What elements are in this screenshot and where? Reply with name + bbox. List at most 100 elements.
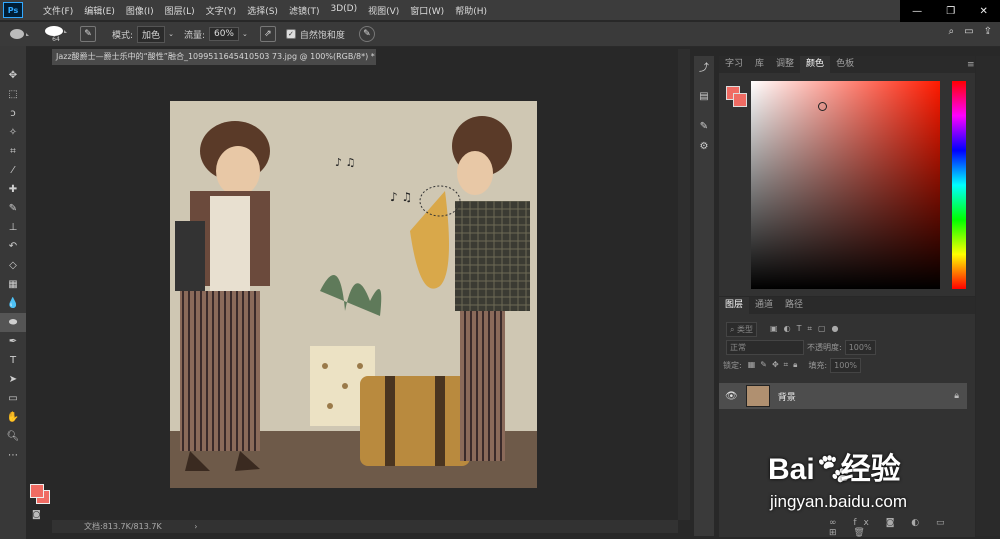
color-swatches[interactable] xyxy=(29,483,51,505)
clone-stamp-tool-icon[interactable]: ⊥ xyxy=(0,218,26,237)
layers-panel-tab[interactable]: 图层 xyxy=(719,297,750,314)
pen-tool-icon[interactable]: ✒ xyxy=(0,332,26,351)
opacity-input[interactable]: 100% xyxy=(844,339,876,355)
layer-name: 背景 xyxy=(777,392,796,403)
menu-item[interactable]: 编辑(E) xyxy=(84,4,115,17)
more-tools-icon[interactable]: ⋯ xyxy=(0,446,26,465)
path-select-tool-icon[interactable]: ➤ xyxy=(0,370,26,389)
healing-brush-tool-icon[interactable]: ✚ xyxy=(0,180,26,199)
layer-filter-select[interactable]: ⌕ 类型 xyxy=(726,321,758,337)
color-panel-tab[interactable]: 色板 xyxy=(830,56,860,73)
menu-item[interactable]: 文字(Y) xyxy=(206,4,237,17)
lasso-tool-icon[interactable]: ↄ xyxy=(0,104,26,123)
menu-item[interactable]: 文件(F) xyxy=(43,4,73,17)
quick-select-tool-icon[interactable]: ✧ xyxy=(0,123,26,142)
zoom-tool-icon[interactable]: 🔍︎ xyxy=(0,427,26,446)
menu-item[interactable]: 3D(D) xyxy=(330,4,357,17)
eraser-tool-icon[interactable]: ◇ xyxy=(0,256,26,275)
marquee-tool-icon[interactable]: ⬚ xyxy=(0,85,26,104)
menu-item[interactable]: 滤镜(T) xyxy=(289,4,320,17)
mode-group: 模式: 加色 ⌄ xyxy=(112,25,174,43)
color-panel-tab[interactable]: 字习 xyxy=(719,56,749,73)
watermark-url: jingyan.baidu.com xyxy=(770,492,908,511)
brush-settings-toggle[interactable]: ✎ xyxy=(80,26,96,42)
watermark-brand-text: Bai xyxy=(768,453,815,486)
layers-panel-tabs: 图层 通道 路径 xyxy=(719,297,975,314)
eyedropper-tool-icon[interactable]: ⁄ xyxy=(0,161,26,180)
brush-panel-icon: ✎ xyxy=(80,26,96,42)
filter-icons[interactable]: ▣◐T⌗▢● xyxy=(770,324,844,334)
quick-mask-icon[interactable]: ◙ xyxy=(32,510,41,520)
hand-tool-icon[interactable]: ✋ xyxy=(0,408,26,427)
flow-input[interactable]: 60% xyxy=(208,27,239,41)
menu-bar: Ps 文件(F) 编辑(E) 图像(I) 图层(L) 文字(Y) 选择(S) 滤镜(T) 3D… xyxy=(0,0,1000,20)
type-tool-icon[interactable]: T xyxy=(0,351,26,370)
flow-group: 流量: 60% ⌄ xyxy=(184,27,248,41)
tool-preset-picker[interactable] xyxy=(8,26,30,42)
vibrance-group: ✓ 自然饱和度 xyxy=(285,28,345,41)
gradient-tool-icon[interactable]: ▦ xyxy=(0,275,26,294)
brush-preset-picker[interactable]: 64 xyxy=(44,25,68,43)
layer-footer-icons[interactable]: ∞ fx ◙ ◐ ▭ ⊞ 🗑︎ xyxy=(829,518,975,538)
mode-select[interactable]: 加色 xyxy=(137,25,166,43)
watermark: Bai🐾︎经验 jingyan.baidu.com xyxy=(760,430,990,520)
panel-icon-strip: ⤴ ▤ ✎ ⚙ xyxy=(694,56,714,536)
blend-row: 正常 不透明度: 100% xyxy=(719,338,975,356)
foreground-color-swatch[interactable] xyxy=(30,484,44,498)
history-panel-icon[interactable]: ⤴ xyxy=(694,56,714,76)
svg-text:♪ ♫: ♪ ♫ xyxy=(390,190,412,204)
menu-item[interactable]: 帮助(H) xyxy=(455,4,487,17)
hue-slider[interactable] xyxy=(952,81,966,289)
mode-label: 模式: xyxy=(112,30,134,41)
workspace-icon[interactable]: ▭ xyxy=(964,26,973,37)
menu-item[interactable]: 图层(L) xyxy=(165,4,195,17)
menu-item[interactable]: 图像(I) xyxy=(126,4,154,17)
panel-background-swatch[interactable] xyxy=(733,93,747,107)
color-panel-tab[interactable]: 颜色 xyxy=(800,56,831,73)
lock-icons[interactable]: ▦✎✥⌗🔒︎ xyxy=(748,360,803,370)
airbrush-toggle[interactable]: ⇗ xyxy=(259,26,276,42)
properties-panel-icon[interactable]: ▤ xyxy=(694,86,714,106)
vibrance-checkbox[interactable]: ✓ xyxy=(285,29,296,39)
layer-filter-row: ⌕ 类型 ▣◐T⌗▢● xyxy=(719,320,975,338)
sponge-tool-icon[interactable]: ⬬ xyxy=(0,313,26,332)
menu-item[interactable]: 窗口(W) xyxy=(410,4,444,17)
menu-item[interactable]: 选择(S) xyxy=(247,4,278,17)
search-icon[interactable]: ⌕ xyxy=(949,26,955,37)
move-tool-icon[interactable]: ✥ xyxy=(0,66,26,85)
menu-item[interactable]: 视图(V) xyxy=(368,4,399,17)
share-icon[interactable]: ⇪ xyxy=(984,26,992,37)
brush-tool-icon[interactable]: ✎ xyxy=(0,199,26,218)
restore-button[interactable]: ❐ xyxy=(946,6,955,17)
panel-menu-icon[interactable]: ≡ xyxy=(967,60,975,70)
close-button[interactable]: ✕ xyxy=(979,6,987,17)
blend-mode-select[interactable]: 正常 xyxy=(726,339,804,355)
history-brush-tool-icon[interactable]: ↶ xyxy=(0,237,26,256)
eye-icon[interactable]: 👁︎ xyxy=(725,391,738,402)
brush-settings-icon[interactable]: ✎ xyxy=(694,116,714,136)
chevron-down-icon[interactable]: ⌄ xyxy=(242,30,248,38)
tools-panel: ✥ ⬚ ↄ ✧ ⌗ ⁄ ✚ ✎ ⊥ ↶ ◇ ▦ 💧 ⬬ ✒ T ➤ ▭ ✋ 🔍︎… xyxy=(0,46,26,539)
color-panel-tab[interactable]: 库 xyxy=(749,56,770,73)
opacity-label: 不透明度: xyxy=(807,342,842,352)
blur-tool-icon[interactable]: 💧 xyxy=(0,294,26,313)
color-picker-cursor[interactable] xyxy=(818,102,827,111)
vertical-scrollbar[interactable] xyxy=(678,49,690,520)
color-panel-tabs: 字习库调整 颜色 色板 xyxy=(719,56,975,73)
doc-size-status: 文档:813.7K/813.7K xyxy=(84,522,162,531)
lock-label: 锁定: xyxy=(723,360,742,370)
document-tab[interactable]: Jazz酸爵士—爵士乐中的“酸性”融合_1099511645410503 73.… xyxy=(52,49,376,65)
rectangle-tool-icon[interactable]: ▭ xyxy=(0,389,26,408)
layers-panel-tab[interactable]: 通道 xyxy=(749,297,779,314)
pressure-toggle[interactable]: ✎ xyxy=(358,26,375,42)
layer-row-background[interactable]: 👁︎ 背景 🔒︎ xyxy=(719,383,967,409)
minimize-button[interactable]: — xyxy=(912,6,922,17)
chevron-right-icon[interactable]: › xyxy=(194,522,197,531)
crop-tool-icon[interactable]: ⌗ xyxy=(0,142,26,161)
menu-items: 文件(F) 编辑(E) 图像(I) 图层(L) 文字(Y) 选择(S) 滤镜(T) 3D(D)… xyxy=(43,4,498,17)
layers-panel-tab[interactable]: 路径 xyxy=(779,297,809,314)
saturation-value-field[interactable] xyxy=(751,81,940,289)
color-panel-tab[interactable]: 调整 xyxy=(770,56,800,73)
fill-input[interactable]: 100% xyxy=(830,357,862,373)
adjustments-icon[interactable]: ⚙ xyxy=(694,136,714,156)
